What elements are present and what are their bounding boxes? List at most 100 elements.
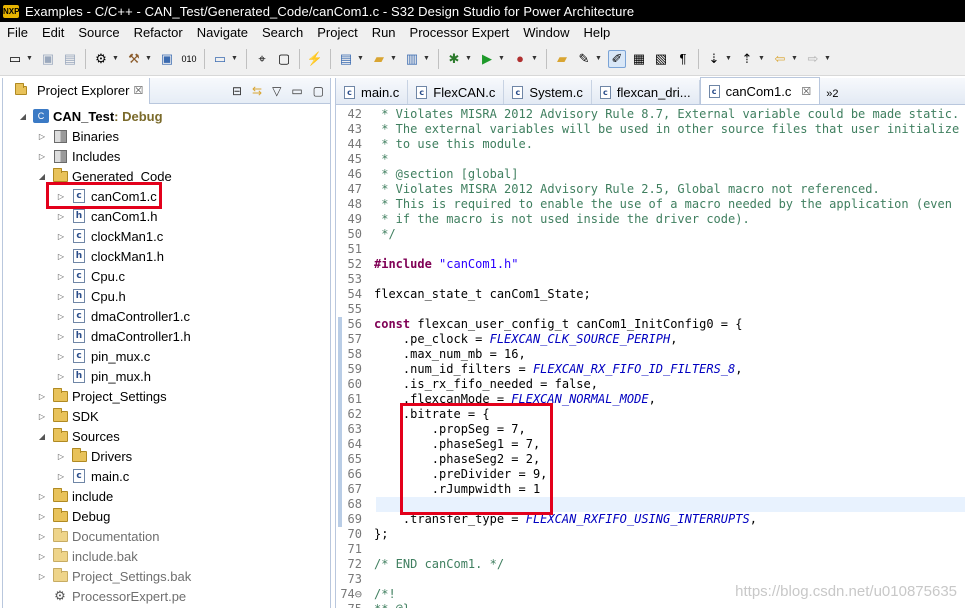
- tree-item-drivers[interactable]: ▷ Drivers: [3, 446, 330, 466]
- tree-item-binaries[interactable]: ▷ Binaries: [3, 126, 330, 146]
- build-dropdown-icon[interactable]: ▼: [145, 55, 153, 62]
- collapsed-arrow-icon[interactable]: ▷: [55, 352, 67, 361]
- tree-item-include-bak[interactable]: ▷ include.bak: [3, 546, 330, 566]
- tree-item-dmacontroller1-h[interactable]: ▷ h dmaController1.h: [3, 326, 330, 346]
- binary-file-icon[interactable]: 010: [180, 50, 198, 68]
- external-tools-icon[interactable]: ●: [511, 50, 529, 68]
- lightning-icon[interactable]: ⚡: [306, 50, 324, 68]
- run-icon[interactable]: ▶: [478, 50, 496, 68]
- menu-processor-expert[interactable]: Processor Expert: [403, 25, 517, 40]
- build-hammer-icon[interactable]: ⚒: [125, 50, 143, 68]
- debug-bug-icon[interactable]: ✱: [445, 50, 463, 68]
- tree-item-dmacontroller1-c[interactable]: ▷ c dmaController1.c: [3, 306, 330, 326]
- menu-edit[interactable]: Edit: [35, 25, 71, 40]
- collapsed-arrow-icon[interactable]: ▷: [55, 372, 67, 381]
- open-folder-dropdown-icon[interactable]: ▼: [390, 55, 398, 62]
- tree-item-cancom1-h[interactable]: ▷ h canCom1.h: [3, 206, 330, 226]
- debug-dropdown-icon[interactable]: ▼: [465, 55, 473, 62]
- toggle-block-icon[interactable]: ▦: [630, 50, 648, 68]
- forward-icon[interactable]: ⇨: [804, 50, 822, 68]
- tree-item-documentation[interactable]: ▷ Documentation: [3, 526, 330, 546]
- collapsed-arrow-icon[interactable]: ▷: [36, 392, 48, 401]
- monitor-dropdown-icon[interactable]: ▼: [231, 55, 239, 62]
- monitor-icon[interactable]: ▭: [211, 50, 229, 68]
- save-icon[interactable]: ▣: [39, 50, 57, 68]
- collapsed-arrow-icon[interactable]: ▷: [55, 452, 67, 461]
- back-dropdown-icon[interactable]: ▼: [791, 55, 799, 62]
- tab-system-c[interactable]: c System.c: [504, 80, 592, 104]
- collapsed-arrow-icon[interactable]: ▷: [55, 272, 67, 281]
- view-menu-icon[interactable]: ▽: [272, 84, 281, 98]
- tree-item-include[interactable]: ▷ include: [3, 486, 330, 506]
- collapsed-arrow-icon[interactable]: ▷: [36, 412, 48, 421]
- highlight-mark-icon[interactable]: ✐: [608, 49, 626, 68]
- collapsed-arrow-icon[interactable]: ▷: [36, 552, 48, 561]
- tree-item-cpu-c[interactable]: ▷ c Cpu.c: [3, 266, 330, 286]
- new-dropdown-icon[interactable]: ▼: [26, 55, 34, 62]
- external-tools-dropdown-icon[interactable]: ▼: [531, 55, 539, 62]
- prev-annotation-dropdown-icon[interactable]: ▼: [758, 55, 766, 62]
- menu-source[interactable]: Source: [71, 25, 126, 40]
- collapsed-arrow-icon[interactable]: ▷: [55, 232, 67, 241]
- menu-search[interactable]: Search: [255, 25, 310, 40]
- pen-icon[interactable]: ✎: [575, 50, 593, 68]
- menu-navigate[interactable]: Navigate: [190, 25, 255, 40]
- collapsed-arrow-icon[interactable]: ▷: [55, 332, 67, 341]
- collapsed-arrow-icon[interactable]: ▷: [55, 252, 67, 261]
- tree-item-debug[interactable]: ▷ Debug: [3, 506, 330, 526]
- expanded-arrow-icon[interactable]: ◢: [36, 432, 48, 441]
- menu-project[interactable]: Project: [310, 25, 364, 40]
- collapsed-arrow-icon[interactable]: ▷: [36, 132, 48, 141]
- show-whitespace-icon[interactable]: ▧: [652, 50, 670, 68]
- collapsed-arrow-icon[interactable]: ▷: [36, 532, 48, 541]
- tree-item-project-settings-bak[interactable]: ▷ Project_Settings.bak: [3, 566, 330, 586]
- processor-expert-dropdown-icon[interactable]: ▼: [423, 55, 431, 62]
- tree-item-pin-mux-h[interactable]: ▷ h pin_mux.h: [3, 366, 330, 386]
- tree-item-clockman1-h[interactable]: ▷ h clockMan1.h: [3, 246, 330, 266]
- run-dropdown-icon[interactable]: ▼: [498, 55, 506, 62]
- minimize-icon[interactable]: ▭: [291, 84, 302, 98]
- tab-cancom1-c[interactable]: c canCom1.c ☒: [699, 77, 821, 104]
- maximize-icon[interactable]: ▢: [313, 84, 324, 98]
- tree-item-sources[interactable]: ◢ Sources: [3, 426, 330, 446]
- c-project-icon[interactable]: ▤: [337, 50, 355, 68]
- collapsed-arrow-icon[interactable]: ▷: [36, 512, 48, 521]
- menu-window[interactable]: Window: [516, 25, 576, 40]
- c-project-dropdown-icon[interactable]: ▼: [357, 55, 365, 62]
- back-icon[interactable]: ⇦: [771, 50, 789, 68]
- tree-item-includes[interactable]: ▷ Includes: [3, 146, 330, 166]
- close-icon[interactable]: ☒: [133, 84, 143, 97]
- collapsed-arrow-icon[interactable]: ▷: [36, 152, 48, 161]
- tree-item-sdk[interactable]: ▷ SDK: [3, 406, 330, 426]
- tab-flexcan-dri[interactable]: c flexcan_dri...: [592, 80, 700, 104]
- collapsed-arrow-icon[interactable]: ▷: [36, 572, 48, 581]
- tree-item-clockman1-c[interactable]: ▷ c clockMan1.c: [3, 226, 330, 246]
- next-annotation-icon[interactable]: ⇣: [705, 50, 723, 68]
- tree-item-cancom1-c[interactable]: ▷ c canCom1.c: [3, 182, 330, 209]
- new-c-file-icon[interactable]: ▣: [158, 50, 176, 68]
- menu-help[interactable]: Help: [577, 25, 618, 40]
- pin-icon[interactable]: ⌖: [253, 50, 271, 68]
- tree-item-project-settings[interactable]: ▷ Project_Settings: [3, 386, 330, 406]
- pen-dropdown-icon[interactable]: ▼: [595, 55, 603, 62]
- open-folder-icon[interactable]: ▰: [370, 50, 388, 68]
- menu-refactor[interactable]: Refactor: [127, 25, 190, 40]
- collapsed-arrow-icon[interactable]: ▷: [55, 292, 67, 301]
- open-file-icon[interactable]: ▢: [275, 50, 293, 68]
- processor-expert-icon[interactable]: ▥: [403, 50, 421, 68]
- tab-flexcan-c[interactable]: c FlexCAN.c: [408, 80, 505, 104]
- tab-overflow-button[interactable]: »2: [820, 88, 842, 104]
- next-annotation-dropdown-icon[interactable]: ▼: [725, 55, 733, 62]
- open-perspective-icon[interactable]: ▰: [553, 50, 571, 68]
- tree-item-main-c[interactable]: ▷ c main.c: [3, 466, 330, 486]
- menu-file[interactable]: File: [0, 25, 35, 40]
- code-area[interactable]: 42 * Violates MISRA 2012 Advisory Rule 8…: [336, 105, 965, 608]
- paragraph-icon[interactable]: ¶: [674, 50, 692, 68]
- menu-run[interactable]: Run: [365, 25, 403, 40]
- expanded-arrow-icon[interactable]: ◢: [17, 112, 29, 121]
- save-all-icon[interactable]: ▤: [61, 50, 79, 68]
- tab-main-c[interactable]: c main.c: [336, 80, 409, 104]
- tree-item-can-test[interactable]: ◢ C CAN_Test: Debug: [3, 106, 330, 126]
- close-icon[interactable]: ☒: [801, 85, 811, 98]
- collapsed-arrow-icon[interactable]: ▷: [36, 492, 48, 501]
